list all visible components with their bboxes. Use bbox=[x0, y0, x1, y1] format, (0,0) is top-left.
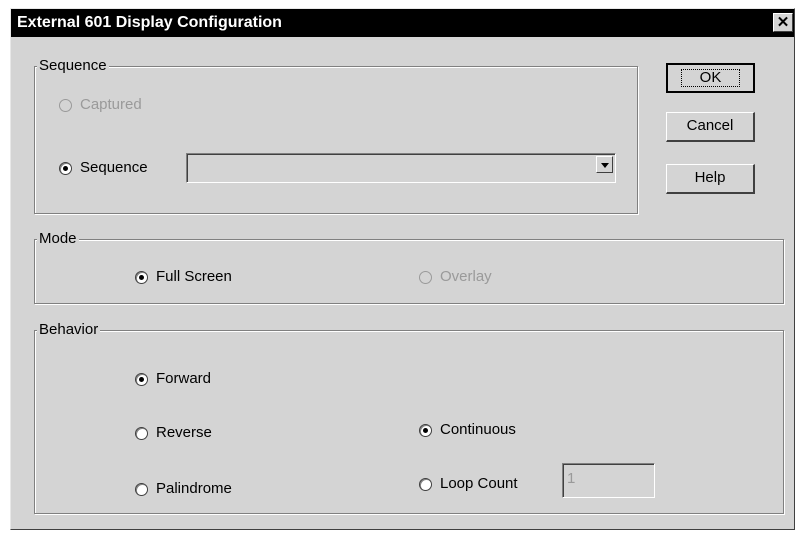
mode-legend: Mode bbox=[37, 230, 79, 248]
full-screen-radio[interactable]: Full Screen bbox=[135, 268, 232, 286]
help-button-label: Help bbox=[694, 169, 726, 186]
radio-unchecked-icon bbox=[135, 426, 148, 440]
radio-checked-icon bbox=[135, 372, 148, 386]
loop-count-radio[interactable]: Loop Count bbox=[419, 475, 518, 493]
behavior-legend: Behavior bbox=[37, 321, 101, 339]
forward-label: Forward bbox=[156, 370, 212, 387]
dialog-window: External 601 Display Configuration ✕ Seq… bbox=[10, 8, 795, 530]
radio-unchecked-icon bbox=[59, 98, 72, 112]
reverse-radio[interactable]: Reverse bbox=[135, 424, 212, 442]
radio-checked-icon bbox=[135, 270, 148, 284]
palindrome-radio[interactable]: Palindrome bbox=[135, 480, 232, 498]
forward-radio[interactable]: Forward bbox=[135, 370, 211, 388]
radio-unchecked-icon bbox=[135, 482, 148, 496]
radio-unchecked-icon bbox=[419, 477, 432, 491]
help-button[interactable]: Help bbox=[666, 164, 755, 194]
close-button[interactable]: ✕ bbox=[773, 13, 793, 32]
continuous-label: Continuous bbox=[440, 421, 516, 438]
full-screen-label: Full Screen bbox=[156, 268, 232, 285]
radio-checked-icon bbox=[419, 423, 432, 437]
palindrome-label: Palindrome bbox=[156, 480, 232, 497]
sequence-group: Sequence Captured Sequence bbox=[34, 57, 638, 214]
captured-radio[interactable]: Captured bbox=[59, 96, 142, 114]
overlay-label: Overlay bbox=[440, 268, 492, 285]
loop-count-value: 1 bbox=[567, 470, 576, 487]
sequence-dropdown[interactable] bbox=[186, 153, 616, 183]
cancel-button-label: Cancel bbox=[686, 117, 734, 134]
close-icon: ✕ bbox=[776, 14, 790, 31]
dialog-title: External 601 Display Configuration bbox=[17, 14, 282, 31]
sequence-radio[interactable]: Sequence bbox=[59, 159, 148, 177]
title-bar[interactable]: External 601 Display Configuration ✕ bbox=[11, 9, 794, 37]
reverse-label: Reverse bbox=[156, 424, 212, 441]
continuous-radio[interactable]: Continuous bbox=[419, 421, 516, 439]
cancel-button[interactable]: Cancel bbox=[666, 112, 755, 142]
ok-button[interactable]: OK bbox=[666, 63, 755, 93]
behavior-group: Behavior Forward Reverse Palindrome Cont… bbox=[34, 321, 784, 514]
radio-checked-icon bbox=[59, 161, 72, 175]
ok-button-label: OK bbox=[680, 69, 741, 87]
mode-group: Mode Full Screen Overlay bbox=[34, 230, 784, 304]
sequence-label: Sequence bbox=[80, 159, 148, 176]
loop-count-label: Loop Count bbox=[440, 475, 518, 492]
loop-count-input[interactable]: 1 bbox=[562, 463, 655, 498]
chevron-down-icon[interactable] bbox=[596, 156, 613, 173]
sequence-legend: Sequence bbox=[37, 57, 109, 75]
radio-unchecked-icon bbox=[419, 270, 432, 284]
captured-label: Captured bbox=[80, 96, 142, 113]
overlay-radio[interactable]: Overlay bbox=[419, 268, 492, 286]
